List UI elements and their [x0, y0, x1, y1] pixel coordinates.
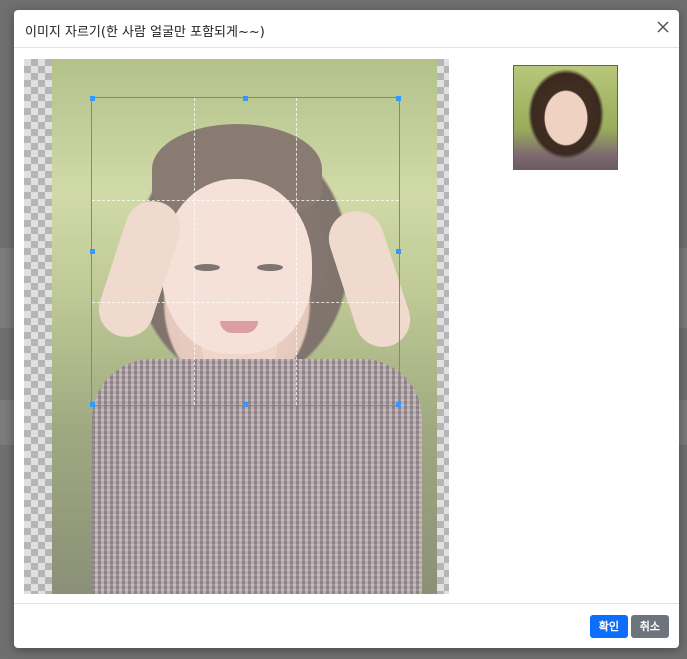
crop-canvas[interactable]	[24, 59, 449, 594]
crop-handle-nw[interactable]	[90, 96, 95, 101]
crop-handle-e[interactable]	[396, 249, 401, 254]
dialog-header: 이미지 자르기(한 사람 얼굴만 포함되게~~)	[14, 10, 679, 48]
crop-preview	[513, 65, 618, 170]
crop-handle-ne[interactable]	[396, 96, 401, 101]
crop-guide-line	[92, 302, 399, 303]
crop-handle-sw[interactable]	[90, 402, 95, 407]
confirm-button[interactable]: 확인	[589, 615, 628, 638]
dialog-footer: 확인 취소	[14, 603, 679, 648]
dialog-title: 이미지 자르기(한 사람 얼굴만 포함되게~~)	[25, 25, 265, 40]
crop-dialog: 이미지 자르기(한 사람 얼굴만 포함되게~~) 확인 취소	[14, 10, 679, 648]
crop-guide-line	[194, 98, 195, 405]
cancel-button[interactable]: 취소	[630, 615, 669, 638]
crop-guide-line	[92, 200, 399, 201]
crop-handle-n[interactable]	[243, 96, 248, 101]
crop-handle-w[interactable]	[90, 249, 95, 254]
close-icon[interactable]	[656, 20, 670, 34]
crop-selection-box[interactable]	[91, 97, 400, 406]
crop-guide-line	[296, 98, 297, 405]
crop-handle-s[interactable]	[243, 402, 248, 407]
crop-handle-se[interactable]	[396, 402, 401, 407]
